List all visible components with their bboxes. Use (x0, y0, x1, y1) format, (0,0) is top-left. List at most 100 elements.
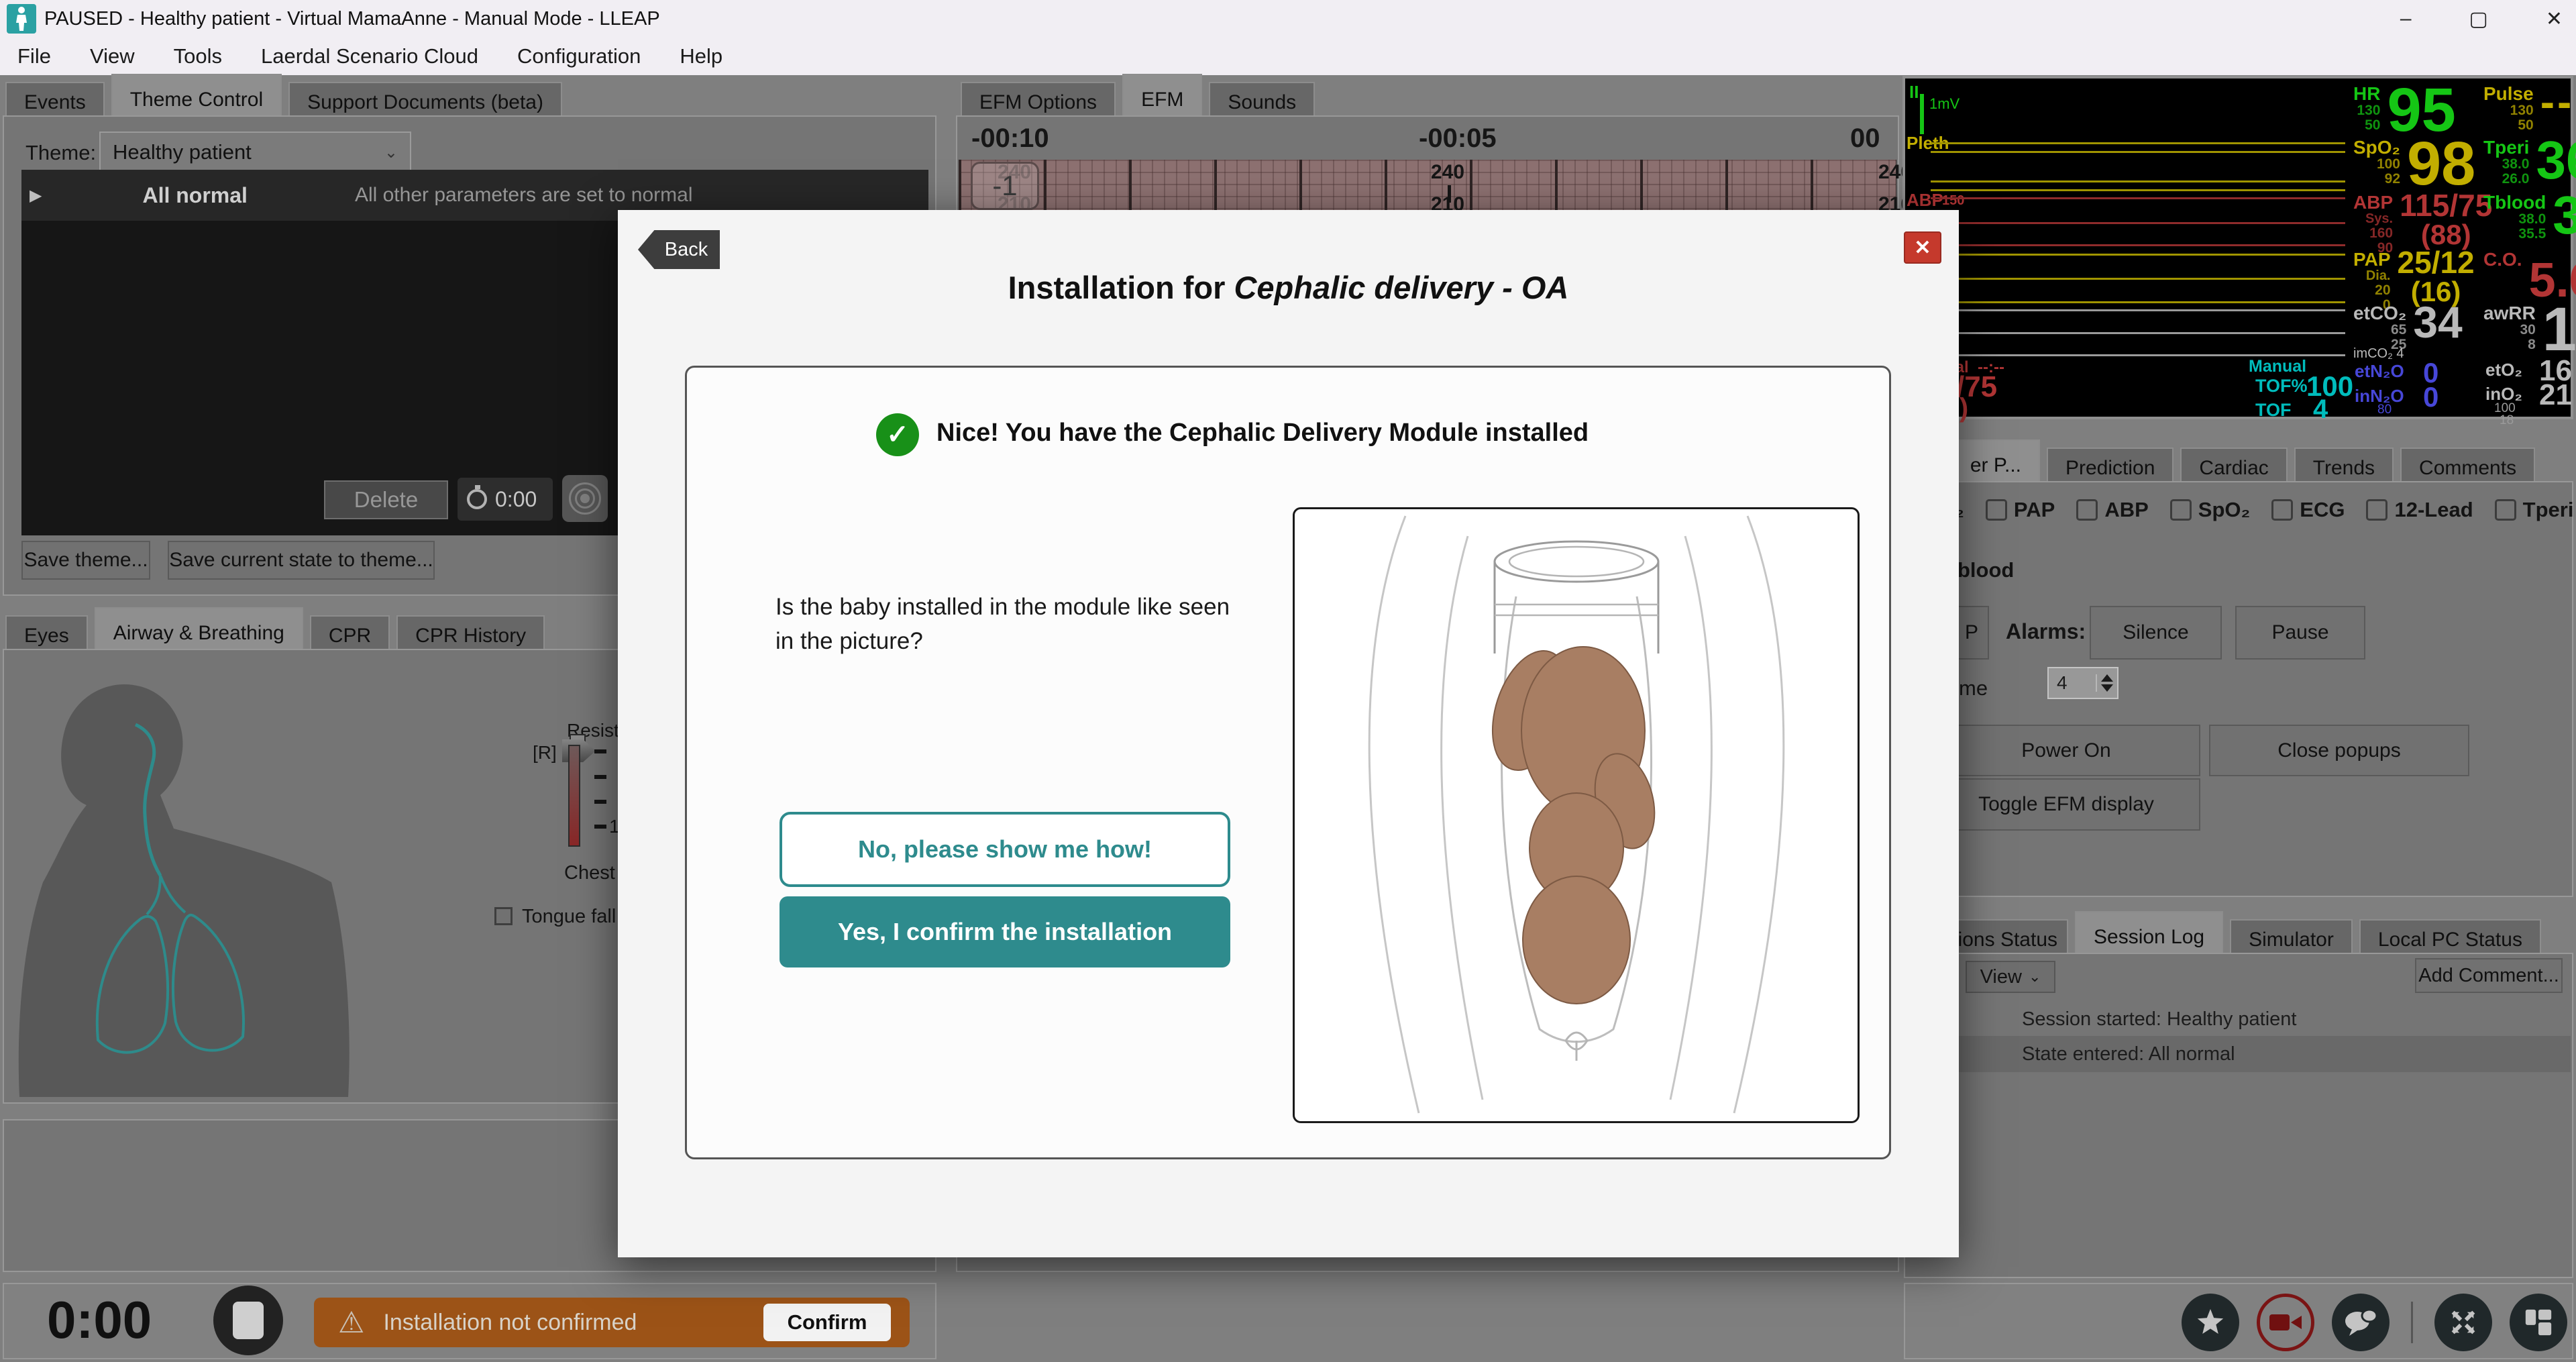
add-comment-button[interactable]: Add Comment... (2415, 958, 2563, 993)
checkbox-box[interactable] (2076, 499, 2098, 521)
abp-wave-label: ABP (1907, 190, 1943, 211)
confirm-installation-button[interactable]: Confirm (763, 1304, 891, 1341)
checkbox-spo2[interactable]: SpO₂ (2170, 498, 2251, 522)
state-expand-arrow-icon[interactable]: ▶ (30, 186, 42, 205)
spinner-up-icon[interactable] (2101, 674, 2113, 682)
warning-text: Installation not confirmed (383, 1310, 637, 1336)
theme-select[interactable]: Healthy patient ⌄ (99, 132, 411, 173)
window-title: PAUSED - Healthy patient - Virtual MamaA… (44, 8, 660, 30)
session-timer: 0:00 (47, 1290, 152, 1351)
alarms-label: Alarms: (2006, 619, 2086, 644)
bookmark-event-button[interactable] (2182, 1294, 2239, 1351)
vital-spo2: SpO₂10092 98 (2353, 138, 2475, 190)
log-row-selected[interactable]: State entered: All normal (1907, 1036, 2571, 1072)
menu-configuration[interactable]: Configuration (517, 44, 641, 68)
log-row[interactable]: Session started: Healthy patient (1907, 1002, 2571, 1036)
checkbox-box[interactable] (2271, 499, 2293, 521)
menu-tools[interactable]: Tools (174, 44, 222, 68)
menubar: File View Tools Laerdal Scenario Cloud C… (0, 38, 2576, 75)
imco2-label: imCO₂ 4 (2353, 346, 2404, 362)
volume-spinner[interactable]: 4 (2047, 667, 2118, 699)
fullscreen-button[interactable] (2434, 1294, 2492, 1351)
tab-session-log[interactable]: Session Log (2075, 911, 2223, 958)
quick-action-icons (2182, 1294, 2567, 1351)
checkbox-tperi[interactable]: Tperi (2495, 498, 2574, 522)
checkbox-box[interactable] (2170, 499, 2192, 521)
r-marker-label: [R] (533, 742, 557, 764)
slider-tick (594, 749, 606, 753)
state-name: All normal (142, 183, 247, 208)
checkbox-12lead[interactable]: 12-Lead (2366, 498, 2473, 522)
efm-scale-top: 240 (1431, 161, 1464, 184)
silence-alarms-button[interactable]: Silence (2090, 606, 2222, 660)
tof-pct-label: TOF% (2255, 376, 2308, 397)
checkbox-ecg[interactable]: ECG (2271, 498, 2345, 522)
no-show-me-how-button[interactable]: No, please show me how! (780, 812, 1230, 887)
maximize-button[interactable]: ▢ (2469, 7, 2488, 31)
app-icon (7, 4, 36, 34)
yes-confirm-installation-button[interactable]: Yes, I confirm the installation (780, 896, 1230, 967)
resistance-slider-track[interactable] (568, 745, 580, 847)
tof-label: TOF (2255, 400, 2292, 421)
minimize-button[interactable]: – (2400, 7, 2412, 30)
checkbox-box[interactable] (1986, 499, 2007, 521)
layout-button[interactable] (2510, 1294, 2567, 1351)
tongue-fall-checkbox[interactable] (494, 907, 513, 925)
tab-airway-breathing[interactable]: Airway & Breathing (95, 607, 303, 654)
eto2-label: etO₂ (2485, 360, 2522, 380)
log-tab-bar: ections Status Session Log Simulator Loc… (1909, 911, 2541, 958)
checkbox-box[interactable] (2366, 499, 2387, 521)
close-popups-button[interactable]: Close popups (2209, 725, 2469, 776)
menu-file[interactable]: File (17, 44, 51, 68)
checkbox-pap[interactable]: PAP (1986, 498, 2055, 522)
volume-value: 4 (2049, 672, 2096, 694)
checkbox-abp[interactable]: ABP (2076, 498, 2148, 522)
tperi-value: 36.1 (2536, 138, 2576, 183)
menu-help[interactable]: Help (680, 44, 722, 68)
application-window: PAUSED - Healthy patient - Virtual MamaA… (0, 0, 2576, 1362)
dialog-close-button[interactable]: ✕ (1904, 231, 1941, 264)
ino2-value: 21 (2539, 378, 2572, 412)
titlebar: PAUSED - Healthy patient - Virtual MamaA… (0, 0, 2576, 38)
efm-value-tooltip: -1 (971, 162, 1039, 210)
vital-tperi: Tperi38.026.0 36.1 (2483, 138, 2576, 187)
stop-session-button[interactable] (213, 1286, 283, 1355)
log-view-dropdown[interactable]: View ⌄ (1966, 961, 2055, 993)
power-on-button[interactable]: Power On (1932, 725, 2200, 776)
delete-button[interactable]: Delete (324, 480, 448, 519)
session-log-panel-body (1904, 953, 2573, 1278)
chat-button[interactable] (2332, 1294, 2390, 1351)
ecg-scale-bracket (1920, 94, 1924, 134)
spo2-value: 98 (2407, 138, 2475, 190)
ecg-lead-label: II (1909, 82, 1919, 103)
efm-time-label: 00 (1850, 123, 1880, 154)
tof-mode: Manual (2249, 357, 2306, 376)
success-check-icon: ✓ (876, 413, 919, 456)
close-button[interactable]: ✕ (2546, 7, 2563, 31)
icon-divider (2411, 1302, 2413, 1343)
save-state-to-theme-button[interactable]: Save current state to theme... (168, 541, 435, 580)
chat-bubbles-icon (2344, 1308, 2377, 1337)
pap-value: 25/12 (2398, 250, 2475, 276)
spinner-down-icon[interactable] (2101, 684, 2113, 692)
installation-warning-banner: ⚠ Installation not confirmed Confirm (314, 1298, 910, 1347)
inn2o-value: 0 (2423, 381, 2438, 413)
ripple-effect-button[interactable] (562, 475, 608, 522)
tab-theme-control[interactable]: Theme Control (111, 74, 282, 121)
record-video-button[interactable] (2257, 1294, 2314, 1351)
pause-alarms-button[interactable]: Pause (2235, 606, 2365, 660)
tab-efm[interactable]: EFM (1122, 74, 1202, 121)
vital-co: C.O. 5.6 (2483, 250, 2576, 301)
back-button[interactable]: Back (638, 230, 720, 269)
menu-view[interactable]: View (90, 44, 135, 68)
checkbox-box[interactable] (2495, 499, 2516, 521)
etco2-value: 34 (2413, 303, 2462, 341)
save-theme-button[interactable]: Save theme... (21, 541, 150, 580)
stop-icon (233, 1302, 264, 1339)
vital-pulse: Pulse13050 -- (2483, 84, 2574, 133)
waveform-checkbox-row: O₂ PAP ABP SpO₂ ECG 12-Lead Tperi (1911, 498, 2573, 522)
cephalic-module-illustration (1295, 509, 1858, 1121)
menu-laerdal-scenario-cloud[interactable]: Laerdal Scenario Cloud (261, 44, 478, 68)
toggle-efm-display-button[interactable]: Toggle EFM display (1932, 778, 2200, 831)
efm-time-label: -00:10 (971, 123, 1049, 154)
